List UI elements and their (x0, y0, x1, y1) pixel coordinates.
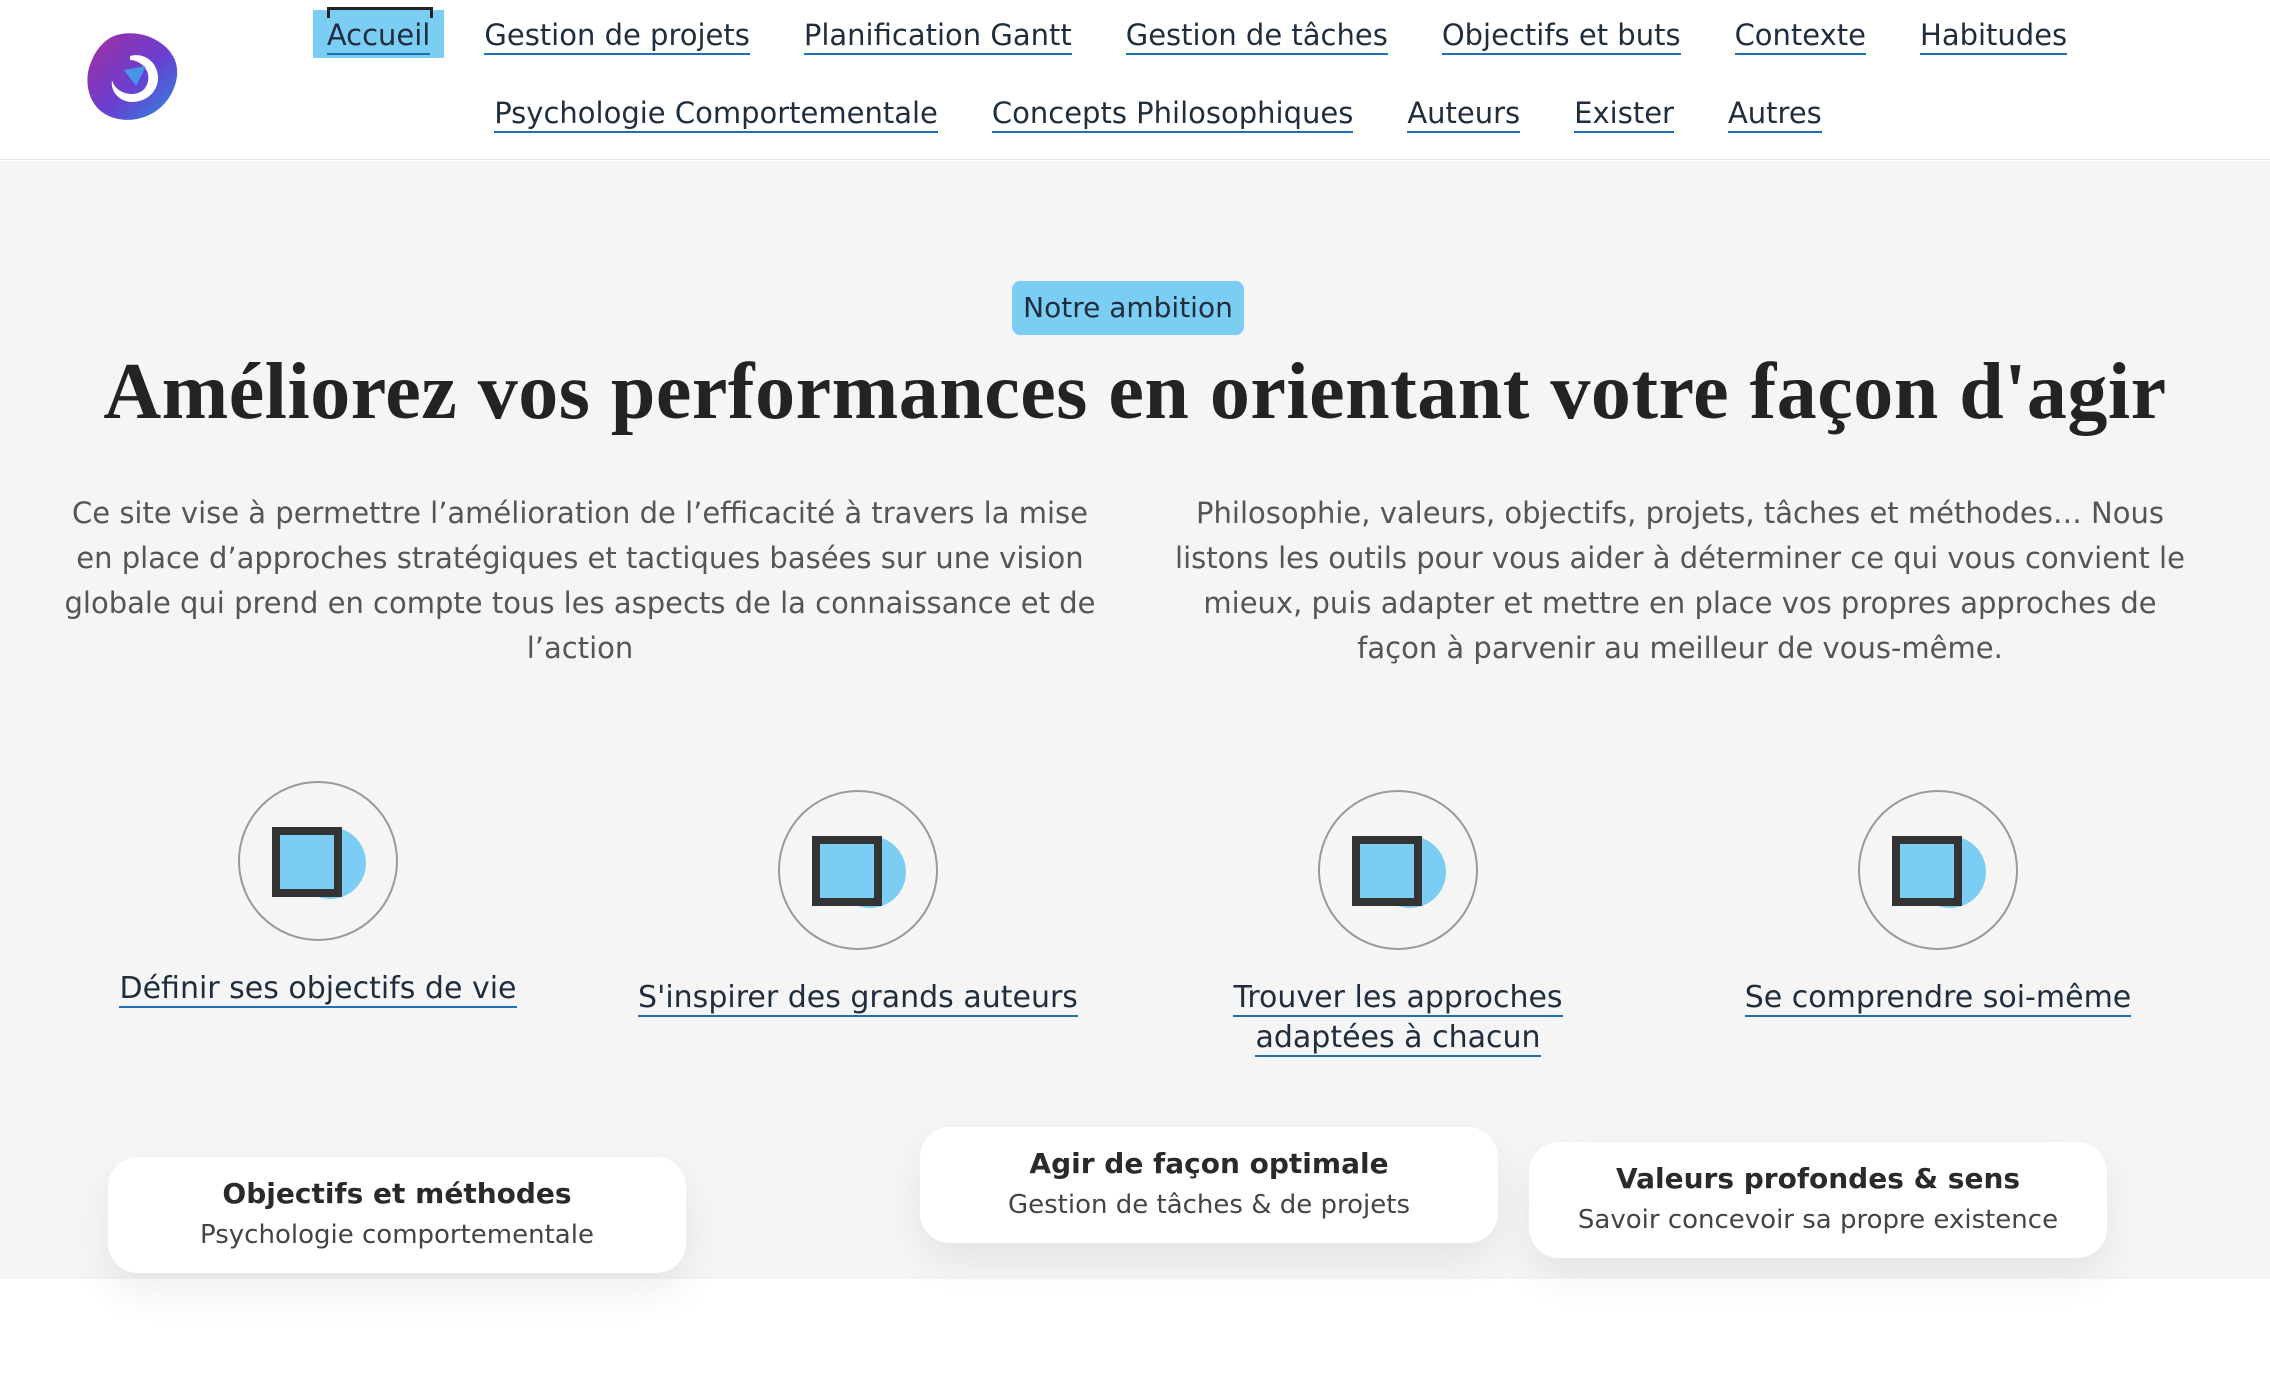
feature-link-approches-adaptees[interactable]: Trouver les approches adaptées à chacun (1233, 978, 1563, 1058)
feature-link-grands-auteurs[interactable]: S'inspirer des grands auteurs (638, 978, 1078, 1018)
feature-circle (1318, 790, 1478, 950)
page-title: Améliorez vos performances en orientant … (103, 348, 2167, 436)
nav-planification-gantt[interactable]: Planification Gantt (789, 10, 1086, 58)
nav-habitudes[interactable]: Habitudes (1906, 10, 2081, 58)
card-agir-optimale[interactable]: Agir de façon optimale Gestion de tâches… (920, 1127, 1498, 1243)
card-title: Valeurs profondes & sens (1615, 1162, 2021, 1195)
card-valeurs-sens[interactable]: Valeurs profondes & sens Savoir concevoi… (1529, 1142, 2107, 1258)
feature-link-se-comprendre[interactable]: Se comprendre soi-même (1744, 978, 2132, 1018)
feature-approches-adaptees: Trouver les approches adaptées à chacun (1158, 790, 1638, 1058)
hero-section: Notre ambition Améliorez vos performance… (0, 161, 2270, 1279)
nav-psychologie[interactable]: Psychologie Comportementale (480, 88, 952, 136)
nav-exister[interactable]: Exister (1560, 88, 1688, 136)
square-icon (1352, 836, 1422, 906)
intro-right: Philosophie, valeurs, objectifs, projets… (1175, 496, 2185, 665)
square-icon (272, 827, 342, 897)
feature-grands-auteurs: S'inspirer des grands auteurs (618, 790, 1098, 1018)
nav-autres[interactable]: Autres (1713, 88, 1836, 136)
feature-objectifs-vie: Définir ses objectifs de vie (78, 781, 558, 1009)
feature-circle (238, 781, 398, 941)
intro-left: Ce site vise à permettre l’amélioration … (64, 496, 1096, 665)
card-objectifs-methodes[interactable]: Objectifs et méthodes Psychologie compor… (108, 1157, 686, 1273)
feature-circle (778, 790, 938, 950)
site-header: Accueil Gestion de projets Planification… (0, 0, 2270, 160)
card-subtitle: Psychologie comportementale (200, 1220, 594, 1250)
feature-se-comprendre: Se comprendre soi-même (1698, 790, 2178, 1018)
nav-auteurs[interactable]: Auteurs (1393, 88, 1534, 136)
main-nav-row-1: Accueil Gestion de projets Planification… (0, 7, 2270, 58)
nav-accueil[interactable]: Accueil (312, 7, 445, 58)
nav-contexte[interactable]: Contexte (1720, 10, 1880, 58)
square-icon (812, 836, 882, 906)
nav-gestion-taches[interactable]: Gestion de tâches (1111, 10, 1402, 58)
nav-concepts-philosophiques[interactable]: Concepts Philosophiques (977, 88, 1367, 136)
square-icon (1892, 836, 1962, 906)
card-subtitle: Savoir concevoir sa propre existence (1577, 1205, 2059, 1235)
nav-objectifs-buts[interactable]: Objectifs et buts (1427, 10, 1695, 58)
card-subtitle: Gestion de tâches & de projets (1007, 1190, 1411, 1220)
nav-gestion-projets[interactable]: Gestion de projets (470, 10, 763, 58)
card-title: Objectifs et méthodes (222, 1177, 572, 1210)
main-nav-row-2: Psychologie Comportementale Concepts Phi… (0, 88, 2270, 136)
card-title: Agir de façon optimale (1029, 1147, 1389, 1180)
ambition-badge: Notre ambition (1012, 281, 1244, 335)
feature-link-objectifs-vie[interactable]: Définir ses objectifs de vie (119, 969, 517, 1009)
feature-circle (1858, 790, 2018, 950)
